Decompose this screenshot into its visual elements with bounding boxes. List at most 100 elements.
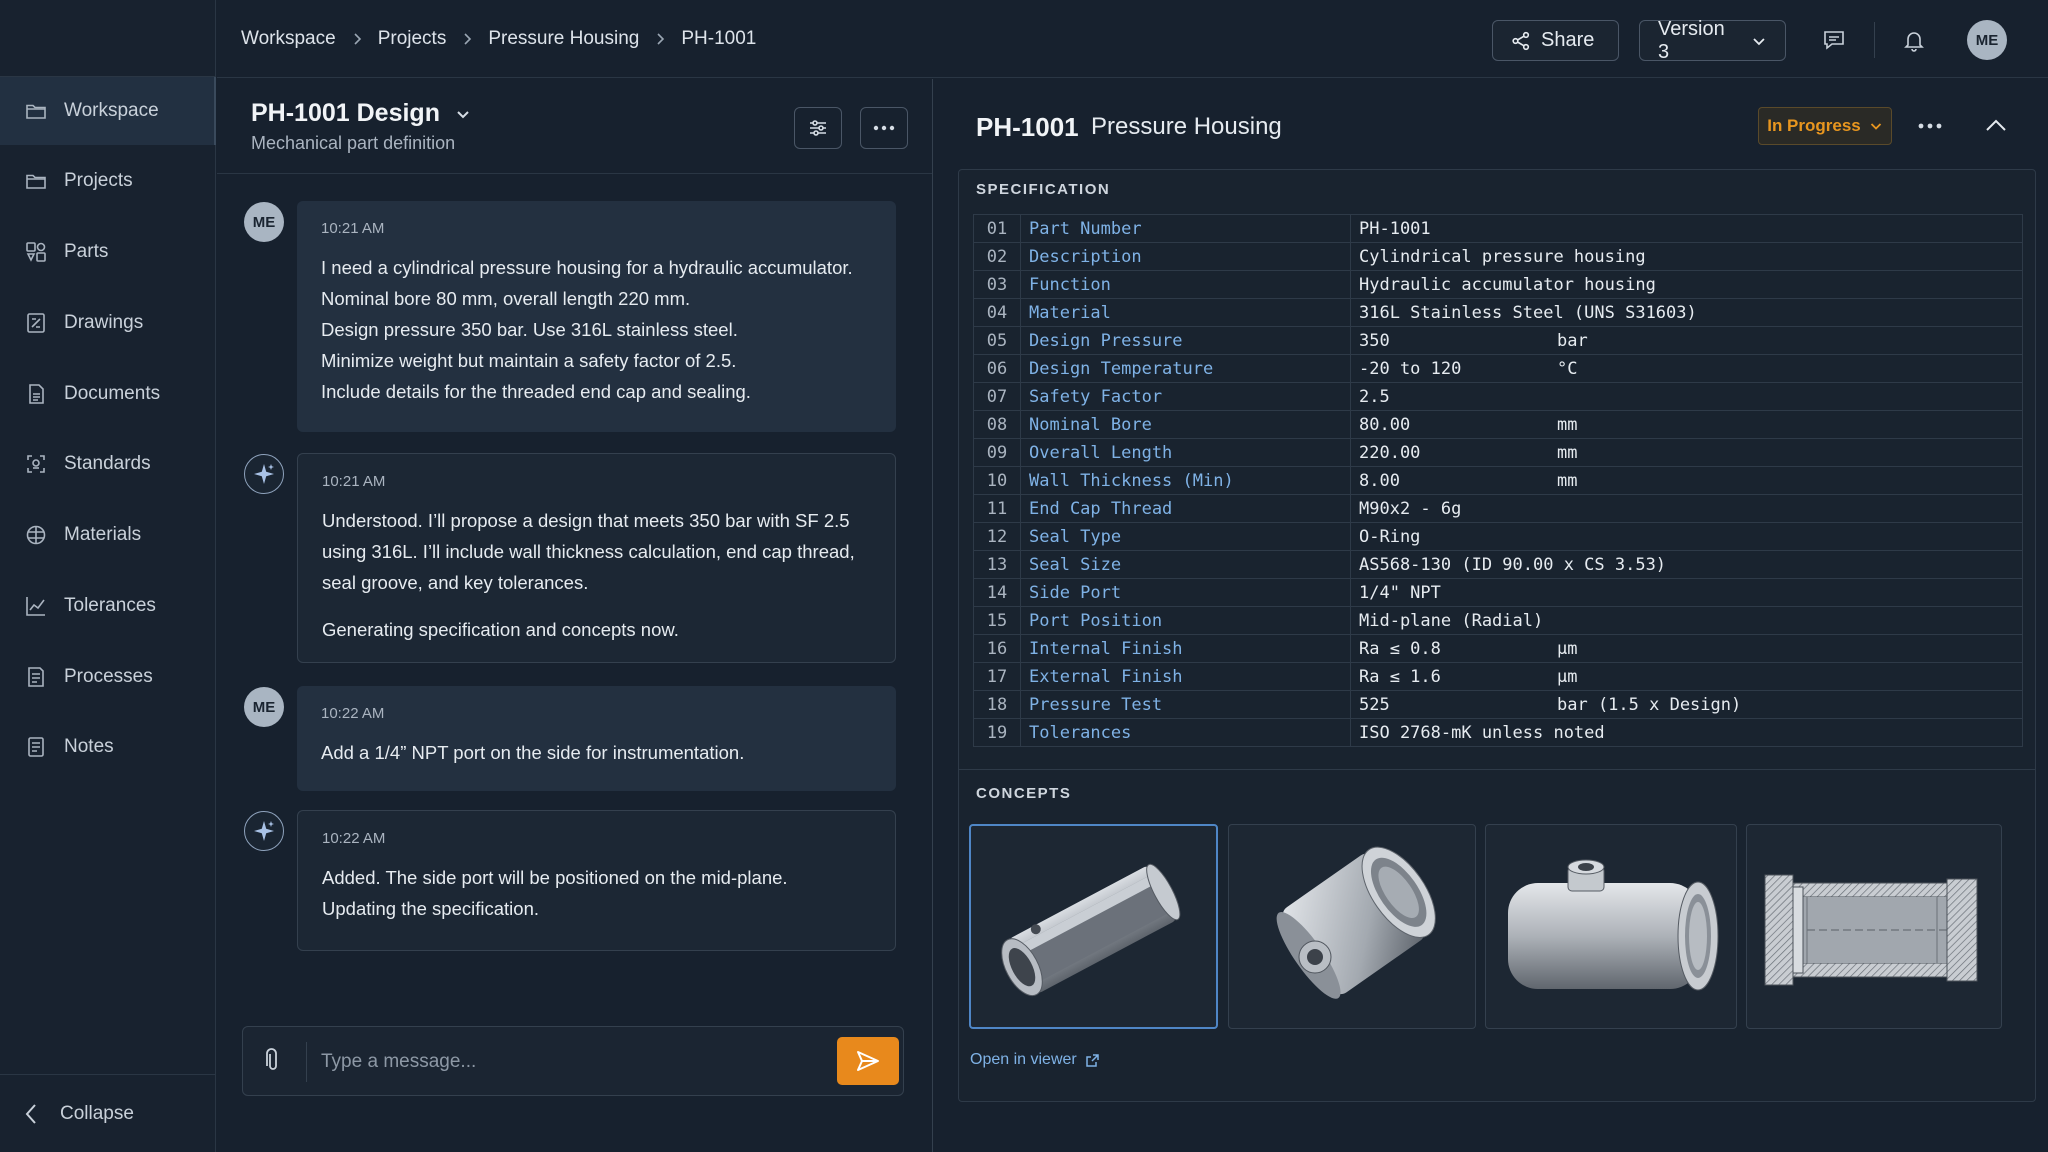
part-more-button[interactable] — [1914, 110, 1946, 142]
chat-more-button[interactable] — [860, 107, 908, 149]
spec-row-number: 12 — [973, 522, 1021, 551]
drawing-icon — [27, 313, 45, 333]
spec-value-cell: 2.5 — [1350, 382, 2023, 411]
spec-value: 80.00 — [1359, 414, 1411, 435]
message-time: 10:22 AM — [322, 830, 386, 847]
spec-key: Nominal Bore — [1020, 410, 1351, 439]
spec-key: Overall Length — [1020, 438, 1351, 467]
paperclip-icon — [266, 1048, 277, 1070]
spec-value-cell: 8.00 mm — [1350, 466, 2023, 495]
share-button[interactable]: Share — [1492, 20, 1619, 61]
share-icon — [1512, 31, 1530, 50]
breadcrumb-item[interactable]: Workspace — [241, 28, 336, 50]
specification-table: 01 Part Number PH-1001 02 Description Cylindr… — [973, 214, 2023, 747]
spec-value: AS568-130 (ID 90.00 x CS 3.53) — [1359, 554, 1667, 575]
assistant-message: 10:22 AM Added. The side port will be po… — [297, 810, 896, 951]
spec-row-number: 06 — [973, 354, 1021, 383]
version-select[interactable]: Version 3 — [1639, 17, 1786, 63]
spec-row: 04 Material 316L Stainless Steel (UNS S316… — [973, 298, 2023, 327]
sidebar-header — [0, 0, 215, 77]
specification-heading: SPECIFICATION — [976, 181, 1111, 198]
spec-value-cell: Cylindrical pressure housing — [1350, 242, 2023, 271]
breadcrumb-item[interactable]: Pressure Housing — [488, 28, 639, 50]
spec-row-number: 18 — [973, 690, 1021, 719]
concept-thumbnail[interactable] — [969, 824, 1218, 1029]
collapse-button[interactable]: Collapse — [0, 1074, 216, 1152]
spec-key: Pressure Test — [1020, 690, 1351, 719]
spec-value-cell: ISO 2768-mK unless noted — [1350, 718, 2023, 747]
sidebar-item-tolerances[interactable]: Tolerances — [0, 572, 216, 640]
spec-row: 13 Seal Size AS568-130 (ID 90.00 x CS 3.53… — [973, 550, 2023, 579]
spec-value: 8.00 — [1359, 470, 1400, 491]
conversation-subtitle: Mechanical part definition — [251, 133, 456, 153]
message-time: 10:22 AM — [321, 705, 385, 722]
bell-icon — [1904, 32, 1924, 52]
spec-row-number: 02 — [973, 242, 1021, 271]
message-line: Updating the specification. — [322, 898, 539, 919]
sidebar-item-label: Processes — [64, 666, 153, 687]
breadcrumb-item[interactable]: Projects — [378, 28, 447, 50]
sidebar-item-drawings[interactable]: Drawings — [0, 289, 216, 357]
spec-row: 09 Overall Length 220.00 mm — [973, 438, 2023, 467]
spec-value-cell: 350 bar — [1350, 326, 2023, 355]
notifications-button[interactable] — [1898, 24, 1930, 56]
message-input[interactable] — [321, 1045, 781, 1079]
sparkle-icon — [254, 821, 274, 841]
spec-row-number: 15 — [973, 606, 1021, 635]
concept-thumbnail[interactable] — [1228, 824, 1476, 1029]
collapse-panel-button[interactable] — [1980, 109, 2012, 141]
spec-value: -20 to 120 — [1359, 358, 1462, 379]
filter-settings-button[interactable] — [794, 107, 842, 149]
avatar: ME — [244, 687, 284, 727]
concept-thumbnail[interactable] — [1746, 824, 2002, 1029]
topbar-divider — [1874, 22, 1875, 58]
attach-button[interactable] — [259, 1047, 287, 1075]
avatar: ME — [1967, 20, 2007, 60]
sidebar-item-label: Drawings — [64, 312, 144, 333]
spec-row: 11 End Cap Thread M90x2 - 6g — [973, 494, 2023, 523]
chevron-down-icon — [457, 110, 469, 118]
breadcrumb: Workspace Projects Pressure Housing PH-1… — [241, 0, 756, 78]
sidebar-item-projects[interactable]: Projects — [0, 147, 216, 215]
sidebar-item-label: Standards — [64, 453, 151, 474]
message-composer — [242, 1026, 904, 1096]
assistant-avatar — [244, 811, 284, 851]
document-icon — [29, 384, 44, 404]
sidebar: Workspace Projects Parts Drawings Docume… — [0, 0, 216, 1152]
version-label: Version 3 — [1658, 17, 1725, 63]
user-avatar-button[interactable]: ME — [1967, 20, 2007, 60]
user-message: 10:22 AM Add a 1/4” NPT port on the side… — [297, 686, 896, 791]
spec-row-number: 08 — [973, 410, 1021, 439]
sidebar-item-workspace[interactable]: Workspace — [0, 77, 216, 145]
spec-unit: mm — [1557, 414, 1578, 435]
spec-unit: mm — [1557, 470, 1578, 491]
sidebar-item-notes[interactable]: Notes — [0, 713, 216, 781]
sidebar-item-documents[interactable]: Documents — [0, 360, 216, 428]
spec-value: 220.00 — [1359, 442, 1421, 463]
spec-key: Design Temperature — [1020, 354, 1351, 383]
spec-value-cell: AS568-130 (ID 90.00 x CS 3.53) — [1350, 550, 2023, 579]
spec-row-number: 05 — [973, 326, 1021, 355]
sidebar-item-materials[interactable]: Materials — [0, 501, 216, 569]
send-button[interactable] — [837, 1037, 899, 1085]
sidebar-item-standards[interactable]: Standards — [0, 430, 216, 498]
concept-thumbnail[interactable] — [1485, 824, 1737, 1029]
spec-value-cell: M90x2 - 6g — [1350, 494, 2023, 523]
spec-unit: bar (1.5 x Design) — [1557, 694, 1742, 715]
chevron-right-icon — [657, 33, 665, 45]
spec-row: 08 Nominal Bore 80.00 mm — [973, 410, 2023, 439]
sidebar-item-parts[interactable]: Parts — [0, 218, 216, 286]
top-bar: Workspace Projects Pressure Housing PH-1… — [217, 0, 2048, 78]
spec-unit: µm — [1557, 666, 1578, 687]
comments-button[interactable] — [1818, 24, 1850, 56]
spec-value-cell: -20 to 120 °C — [1350, 354, 2023, 383]
spec-row-number: 13 — [973, 550, 1021, 579]
spec-value: 525 — [1359, 694, 1390, 715]
sidebar-item-processes[interactable]: Processes — [0, 643, 216, 711]
status-dropdown[interactable]: In Progress — [1758, 107, 1892, 145]
chat-panel: PH-1001 Design Mechanical part definitio… — [217, 79, 933, 1152]
folder-icon — [26, 104, 46, 119]
external-link-icon — [1085, 1053, 1099, 1067]
open-in-viewer-link[interactable]: Open in viewer — [970, 1051, 1100, 1069]
conversation-title-dropdown[interactable]: PH-1001 Design — [251, 99, 472, 128]
